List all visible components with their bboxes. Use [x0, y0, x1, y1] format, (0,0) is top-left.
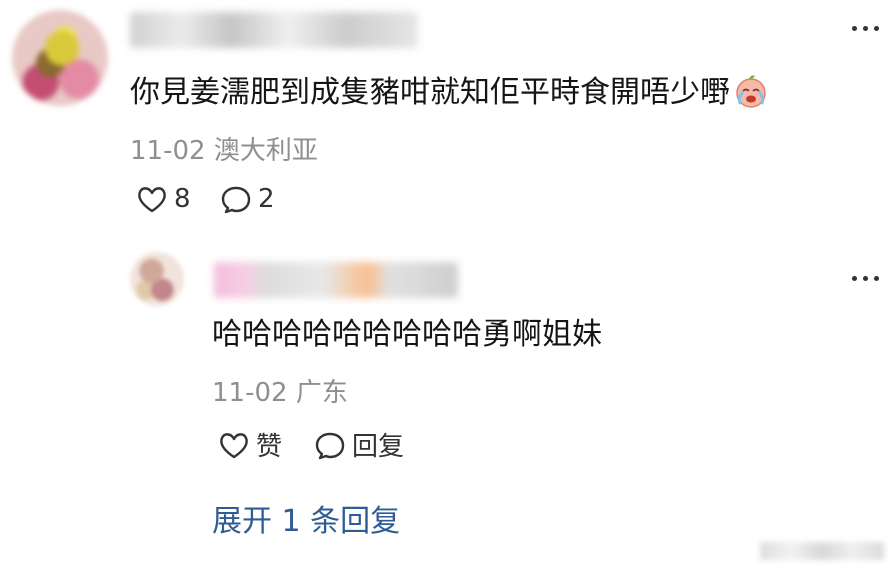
more-options-icon[interactable]	[852, 18, 886, 38]
heart-icon	[138, 187, 166, 213]
reply-meta: 11-02 广东	[212, 372, 348, 409]
speech-bubble-icon	[221, 186, 251, 214]
reply-reply-button[interactable]: 回复	[314, 426, 404, 463]
comment-location: 澳大利亚	[213, 136, 318, 166]
comment-count: 2	[258, 184, 275, 214]
comment-text: 你見姜濡肥到成隻豬咁就知佢平時食開唔少嘢	[130, 75, 730, 110]
comment-like-button[interactable]: 8	[136, 184, 191, 214]
reply-text: 哈哈哈哈哈哈哈哈哈勇啊姐妹	[212, 317, 602, 352]
commenter-name-blurred[interactable]	[130, 12, 418, 48]
commenter-avatar[interactable]	[12, 10, 108, 106]
watermark-blurred	[760, 542, 884, 560]
reply-more-options-icon[interactable]	[852, 268, 886, 288]
replier-name-blurred[interactable]	[214, 262, 458, 298]
reply-like-label: 赞	[256, 432, 283, 462]
like-count: 8	[174, 184, 191, 214]
crying-face-emoji-icon	[732, 72, 770, 110]
comment-text-container: 你見姜濡肥到成隻豬咁就知佢平時食開唔少嘢	[130, 72, 770, 114]
reply-date: 11-02	[212, 378, 288, 408]
reply-location: 广东	[295, 378, 348, 408]
reply-reply-label: 回复	[352, 432, 405, 462]
comment-reply-button[interactable]: 2	[220, 184, 275, 214]
expand-replies-link[interactable]: 展开 1 条回复	[212, 496, 400, 540]
replier-avatar[interactable]	[130, 252, 184, 306]
comment-date: 11-02	[130, 136, 206, 166]
reply-like-button[interactable]: 赞	[218, 426, 282, 463]
comment-meta: 11-02 澳大利亚	[130, 130, 318, 167]
heart-icon	[220, 432, 248, 458]
speech-bubble-icon	[315, 432, 345, 459]
